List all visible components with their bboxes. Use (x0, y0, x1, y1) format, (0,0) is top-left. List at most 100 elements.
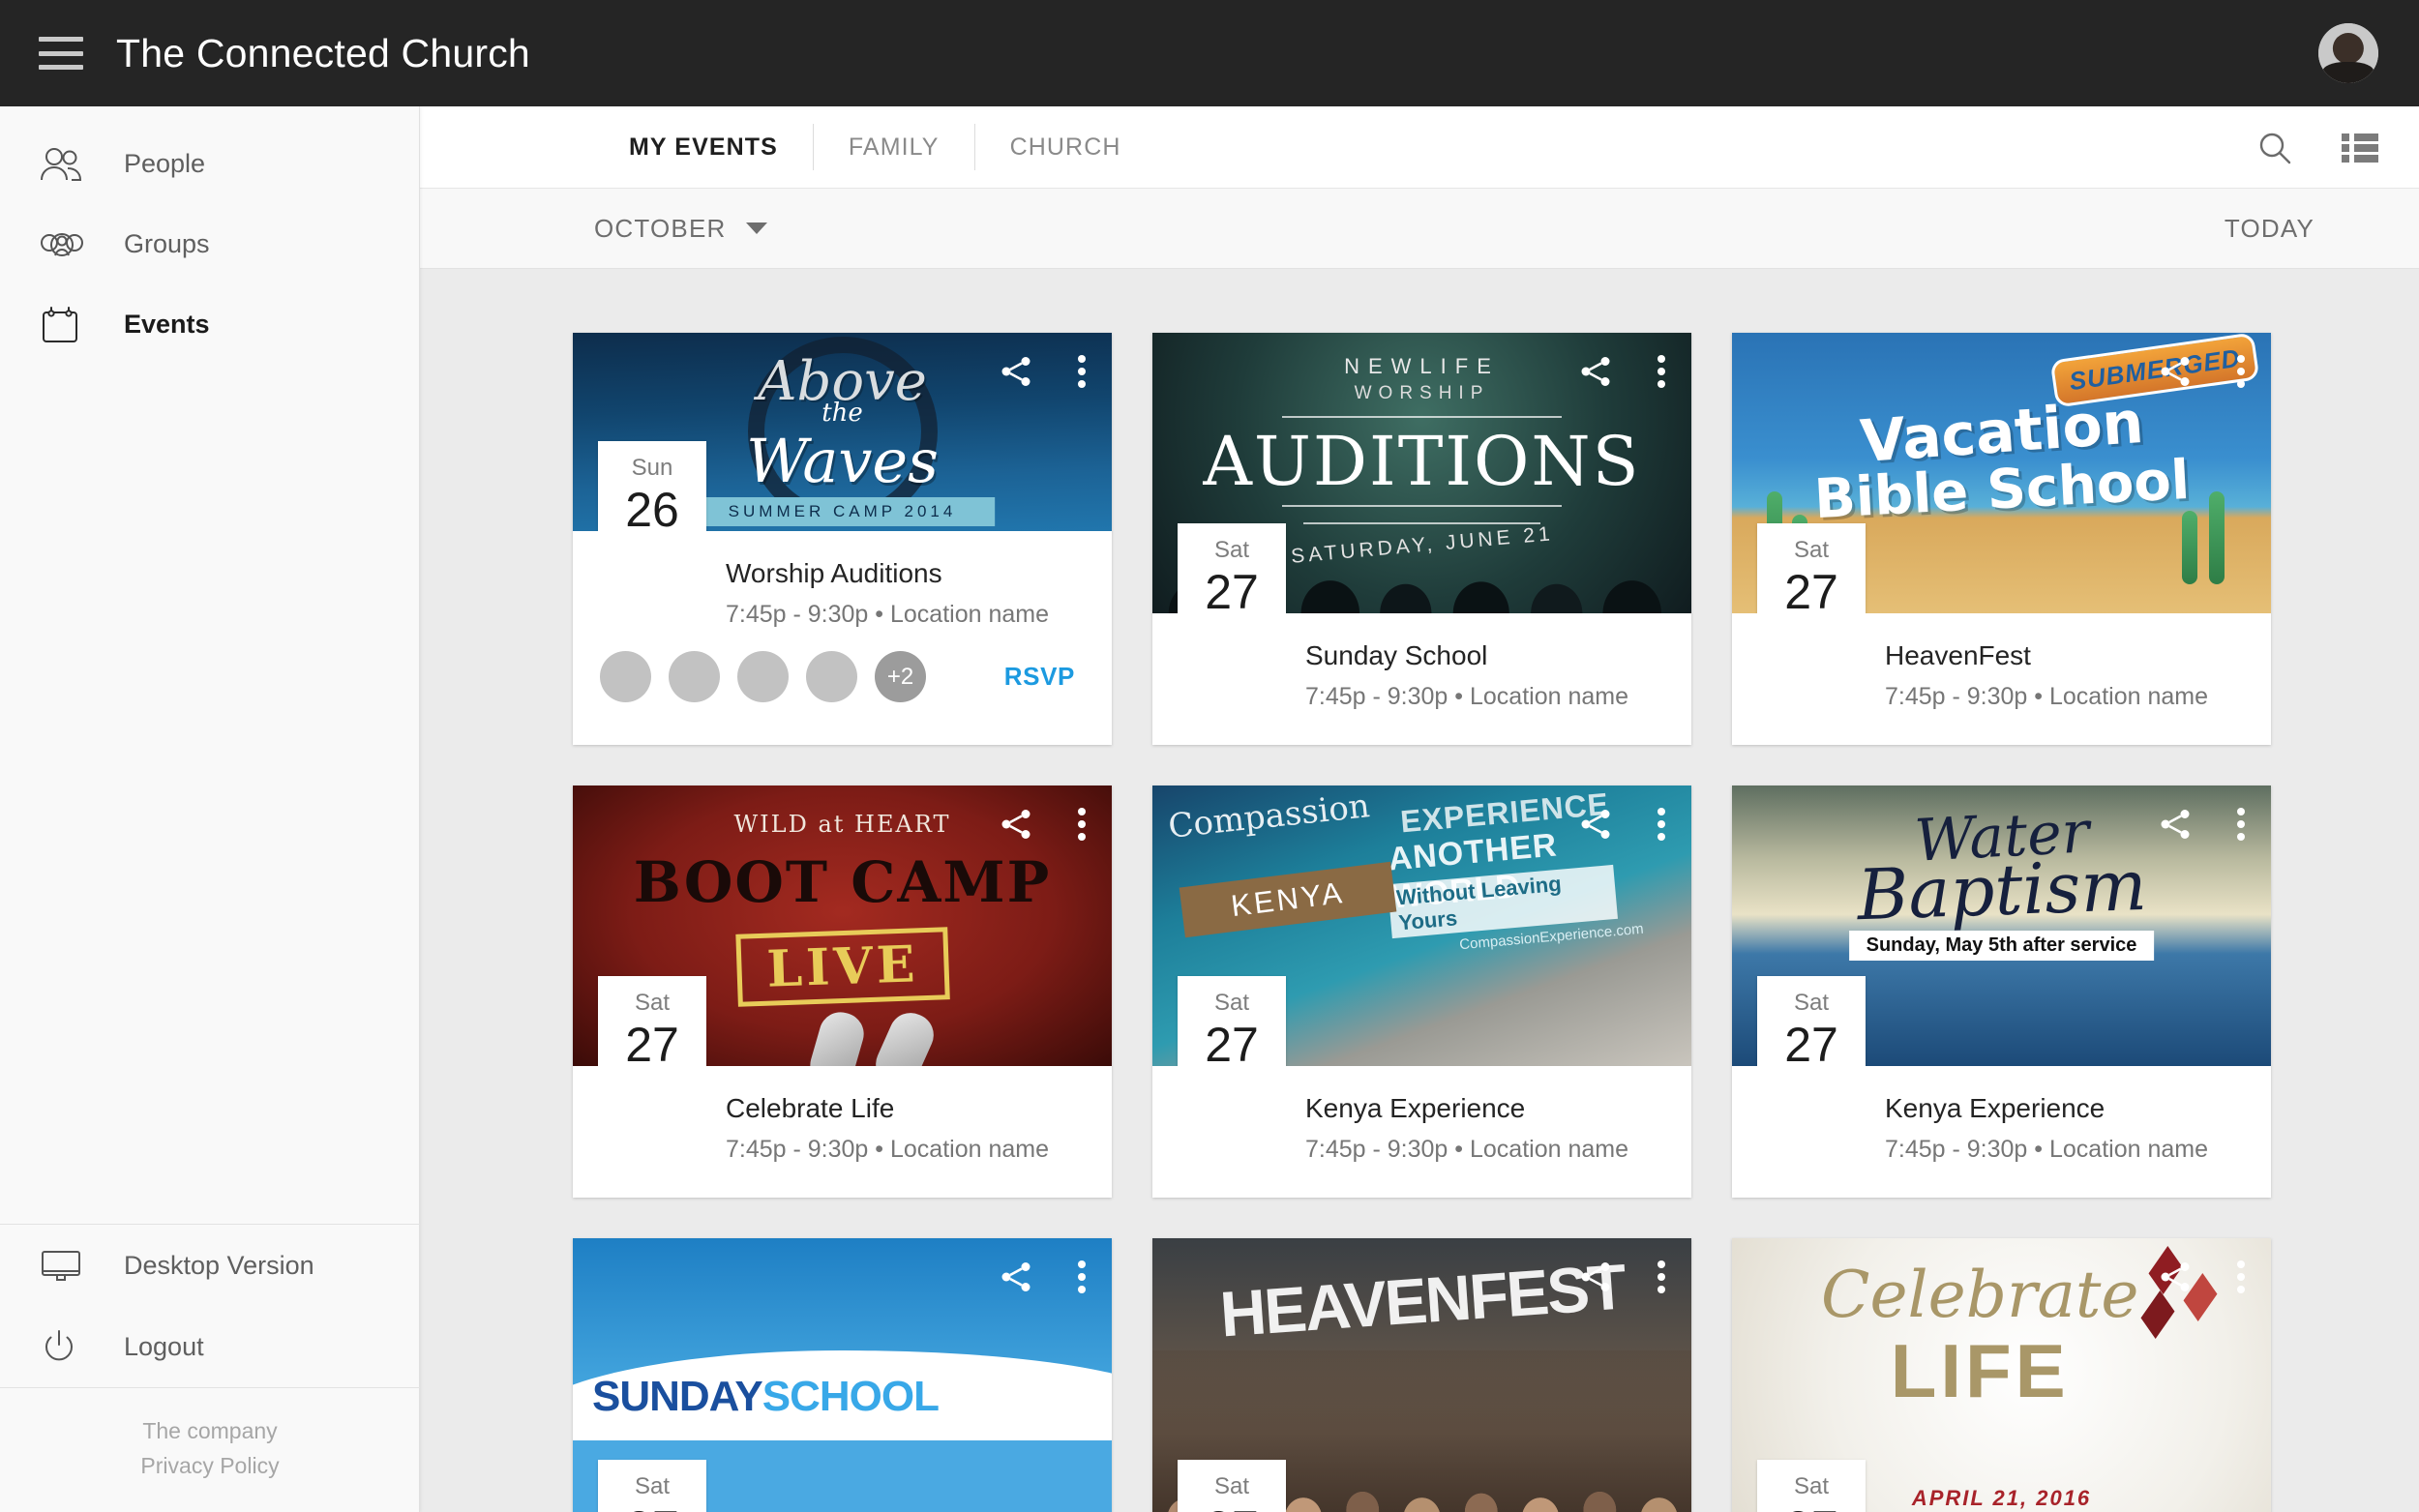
attendee-avatar[interactable] (600, 651, 651, 702)
sidebar-item-label: People (124, 149, 206, 178)
event-meta: 7:45p - 9:30p • Location name (726, 601, 1049, 628)
search-icon[interactable] (2256, 130, 2293, 166)
more-vertical-icon[interactable] (1657, 807, 1666, 846)
tab-my-events[interactable]: MY EVENTS (594, 124, 813, 170)
event-card-controls (2159, 1260, 2246, 1299)
artwork-text: AUDITIONS (1203, 422, 1641, 501)
artwork-text: LIFE (1890, 1328, 2070, 1413)
more-vertical-icon[interactable] (2236, 1260, 2246, 1299)
event-date-badge: Sat 27 (1757, 1460, 1866, 1512)
month-bar: OCTOBER TODAY (420, 189, 2419, 269)
sidebar-bottom: Desktop Version Logout The company Priva… (0, 1224, 420, 1512)
sidebar: People Groups Events Desktop Version Log… (0, 106, 420, 1512)
tab-church[interactable]: CHURCH (973, 124, 1156, 170)
avatar[interactable] (2318, 23, 2378, 83)
attendee-avatar[interactable] (737, 651, 789, 702)
event-card-body: Kenya Experience 7:45p - 9:30p • Locatio… (1152, 1066, 1691, 1198)
event-title: Kenya Experience (1885, 1093, 2105, 1123)
artwork-text: SUMMER CAMP 2014 (689, 497, 996, 526)
more-vertical-icon[interactable] (1657, 354, 1666, 394)
sidebar-footer-links: The company Privacy Policy (0, 1388, 420, 1512)
artwork-text: WILD at HEART (733, 811, 951, 838)
month-selector[interactable]: OCTOBER (594, 214, 767, 244)
footer-link-company[interactable]: The company (0, 1413, 420, 1448)
artwork-text: Baptism (1855, 844, 2148, 936)
more-vertical-icon[interactable] (2236, 354, 2246, 394)
header-actions (2256, 106, 2378, 189)
event-card-controls (1000, 807, 1087, 846)
more-vertical-icon[interactable] (1077, 807, 1087, 846)
event-card-controls (1579, 807, 1666, 846)
event-meta: 7:45p - 9:30p • Location name (1305, 683, 1628, 710)
sidebar-item-groups[interactable]: Groups (0, 204, 419, 284)
event-card-controls (1579, 1260, 1666, 1299)
share-icon[interactable] (2159, 807, 2194, 846)
artwork-text: KENYA (1179, 861, 1397, 938)
event-card-controls (1579, 354, 1666, 394)
event-card-hero: Celebrate LIFE APRIL 21, 2016 Sat (1732, 1238, 2271, 1512)
share-icon[interactable] (1579, 807, 1614, 846)
date-day: 27 (1205, 1018, 1259, 1066)
sidebar-item-events[interactable]: Events (0, 284, 419, 365)
attendee-avatar[interactable] (669, 651, 720, 702)
sidebar-item-label: Groups (124, 229, 210, 258)
share-icon[interactable] (1000, 354, 1034, 394)
event-card-controls (1000, 354, 1087, 394)
share-icon[interactable] (1000, 807, 1034, 846)
rsvp-button[interactable]: RSVP (1004, 662, 1085, 692)
event-card[interactable]: Water Baptism Sunday, May 5th after serv… (1732, 786, 2271, 1198)
share-icon[interactable] (2159, 1260, 2194, 1299)
event-card-hero: Vacation Bible School SUBMERGED Sat 27 (1732, 333, 2271, 613)
event-card-hero: WILD at HEART BOOT CAMP LIVE Sat 27 (573, 786, 1112, 1066)
date-day-of-week: Sat (634, 1473, 671, 1499)
artwork-text: Sunday, May 5th after service (1848, 931, 2155, 961)
artwork-text: Waves (746, 426, 939, 496)
event-date-badge: Sun 26 October (598, 441, 706, 531)
date-day-of-week: Sat (1213, 537, 1250, 563)
attendee-avatar[interactable] (806, 651, 857, 702)
artwork-text: NEWLIFE (1344, 354, 1500, 378)
event-card-hero: SUNDAYSCHOOL Sat (573, 1238, 1112, 1512)
event-card-controls (2159, 807, 2246, 846)
share-icon[interactable] (1000, 1260, 1034, 1299)
date-day-of-week: Sat (1793, 990, 1830, 1016)
date-day: 27 (1178, 1501, 1286, 1512)
date-day-of-week: Sat (1213, 990, 1250, 1016)
list-view-icon[interactable] (2342, 133, 2378, 163)
groups-icon (39, 221, 91, 269)
event-card-body: Worship Auditions 7:45p - 9:30p • Locati… (573, 531, 1112, 636)
sidebar-item-desktop-version[interactable]: Desktop Version (0, 1225, 420, 1306)
event-card[interactable]: SUNDAYSCHOOL Sat (573, 1238, 1112, 1512)
hamburger-icon[interactable] (39, 37, 83, 70)
footer-link-privacy[interactable]: Privacy Policy (0, 1448, 420, 1483)
event-title: Celebrate Life (726, 1093, 895, 1123)
avatar-face (2318, 23, 2378, 83)
event-date-badge: Sat 27 (598, 1460, 706, 1512)
today-button[interactable]: TODAY (2225, 214, 2314, 244)
event-card[interactable]: Compassion EXPERIENCE ANOTHER WORLD With… (1152, 786, 1691, 1198)
event-title: HeavenFest (1885, 640, 2031, 670)
sidebar-item-logout[interactable]: Logout (0, 1306, 420, 1387)
more-vertical-icon[interactable] (2236, 807, 2246, 846)
more-vertical-icon[interactable] (1657, 1260, 1666, 1299)
page-title: The Connected Church (116, 30, 530, 75)
event-card[interactable]: Above the Waves SUMMER CAMP 2014 Sun 26 … (573, 333, 1112, 745)
share-icon[interactable] (1579, 354, 1614, 394)
event-card[interactable]: HEAVENFEST Sat (1152, 1238, 1691, 1512)
sidebar-item-people[interactable]: People (0, 124, 419, 204)
artwork-text: Compassion (1166, 786, 1372, 846)
share-icon[interactable] (1579, 1260, 1614, 1299)
event-card[interactable]: NEWLIFE WORSHIP AUDITIONS SATURDAY, JUNE… (1152, 333, 1691, 745)
share-icon[interactable] (2159, 354, 2194, 394)
attendee-overflow-count[interactable]: +2 (875, 651, 926, 702)
event-card[interactable]: Celebrate LIFE APRIL 21, 2016 Sat (1732, 1238, 2271, 1512)
artwork-text: SUNDAY (592, 1373, 763, 1421)
date-day: 27 (1784, 565, 1838, 613)
event-card[interactable]: Vacation Bible School SUBMERGED Sat 27 H… (1732, 333, 2271, 745)
event-card[interactable]: WILD at HEART BOOT CAMP LIVE Sat 27 Cele… (573, 786, 1112, 1198)
tab-family[interactable]: FAMILY (812, 124, 974, 170)
more-vertical-icon[interactable] (1077, 1260, 1087, 1299)
event-card-hero: Above the Waves SUMMER CAMP 2014 Sun 26 (573, 333, 1112, 531)
power-icon (39, 1322, 91, 1371)
more-vertical-icon[interactable] (1077, 354, 1087, 394)
